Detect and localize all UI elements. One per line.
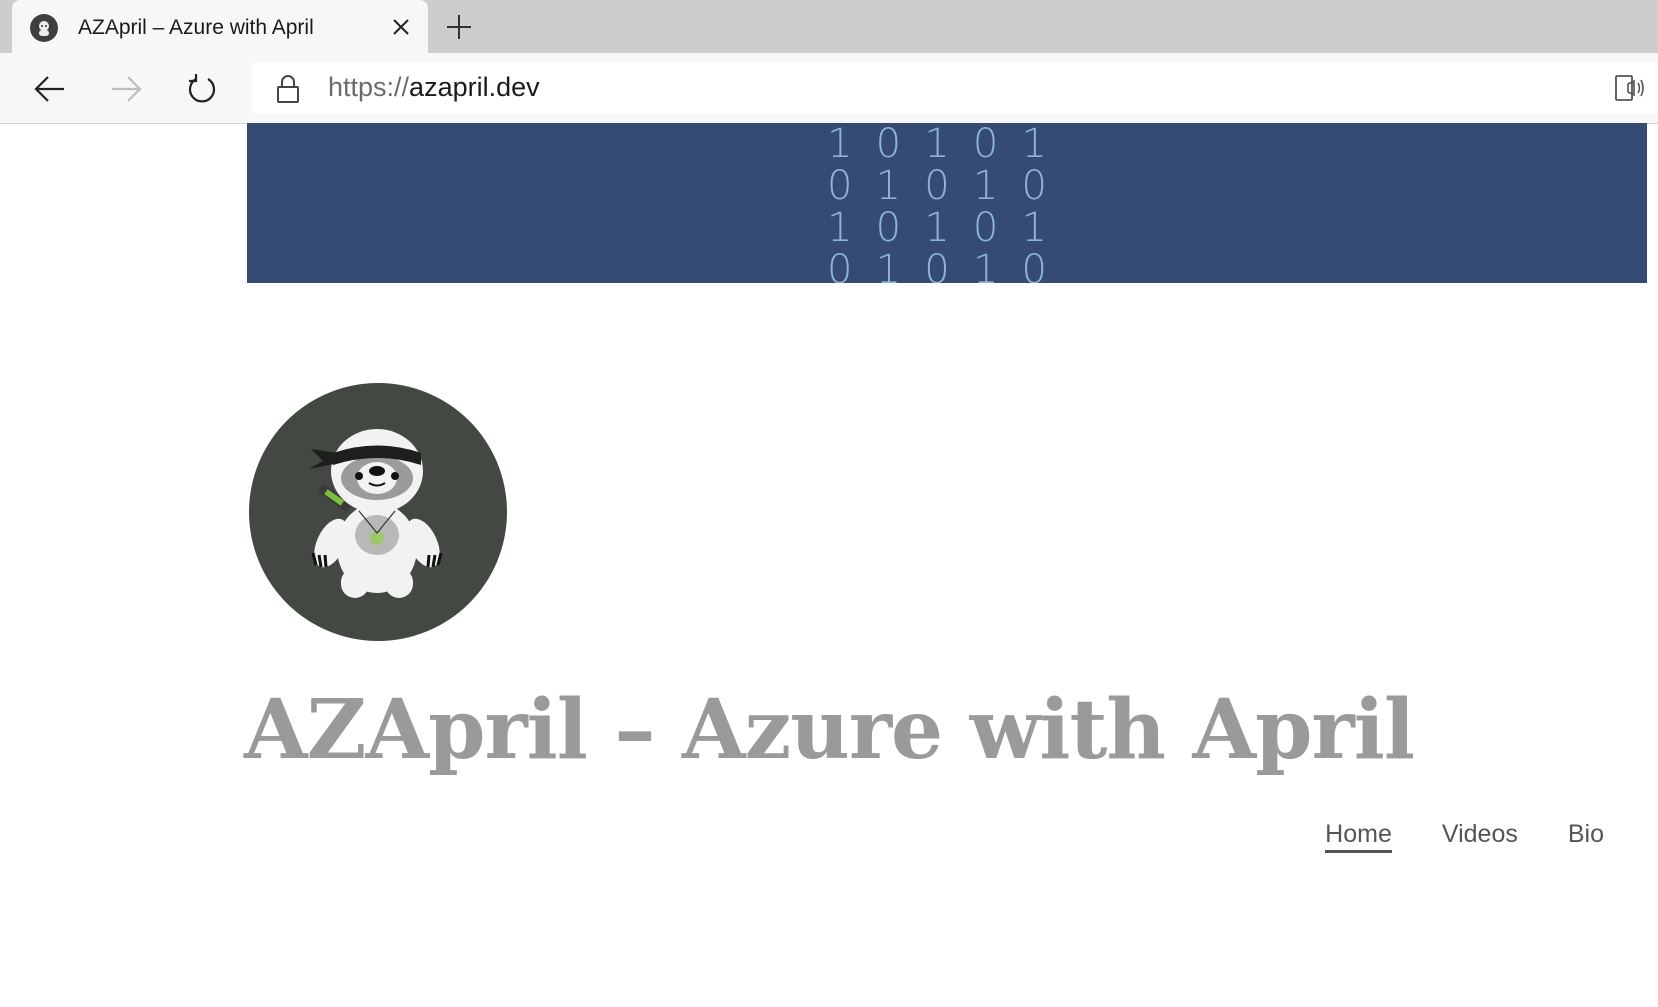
url-host: azapril.dev [409,72,540,102]
forward-icon[interactable] [106,69,146,109]
sloth-favicon-icon [30,13,58,42]
binary-digit: 1 [972,163,999,209]
binary-row: 01010 [827,249,1047,283]
nav-item-bio[interactable]: Bio [1568,820,1604,853]
header-banner: 10101010101010101010 [247,123,1647,283]
binary-digit: 0 [875,123,902,167]
binary-digit: 0 [875,205,902,251]
refresh-icon[interactable] [182,69,222,109]
binary-digit: 0 [1021,163,1047,209]
binary-digit: 1 [827,205,853,251]
binary-digit: 1 [924,123,950,167]
binary-digit: 0 [924,163,950,209]
tab-strip: AZApril – Azure with April [0,0,1658,55]
read-aloud-icon[interactable] [1614,72,1646,108]
binary-digit: 1 [827,123,853,167]
binary-digit: 0 [827,163,853,209]
binary-digit: 0 [972,205,999,251]
ninja-sloth-icon [249,383,507,641]
close-icon[interactable] [388,14,414,40]
binary-digit: 0 [924,247,950,283]
lock-icon[interactable] [276,74,300,108]
site-title[interactable]: AZApril – Azure with April [244,682,1415,778]
url-scheme: https:// [328,72,410,102]
back-icon[interactable] [30,69,70,109]
binary-row: 01010 [827,165,1047,207]
binary-digit: 1 [875,163,902,209]
nav-item-videos[interactable]: Videos [1442,820,1518,853]
address-bar[interactable]: https://azapril.dev [252,62,1658,114]
binary-digit: 1 [924,205,950,251]
binary-digit: 1 [972,247,999,283]
browser-tab[interactable]: AZApril – Azure with April [12,0,428,55]
tab-title: AZApril – Azure with April [78,15,314,39]
url-text[interactable]: https://azapril.dev [328,72,540,103]
ninja-sloth-logo[interactable] [249,383,507,641]
binary-digit: 0 [972,123,999,167]
binary-digit: 1 [1021,205,1047,251]
binary-row: 10101 [827,207,1047,249]
binary-digit: 1 [875,247,902,283]
browser-toolbar: https://azapril.dev [0,53,1658,124]
binary-row: 10101 [827,123,1047,165]
binary-digit: 0 [827,247,853,283]
binary-pattern: 10101010101010101010 [827,123,1087,283]
binary-digit: 1 [1021,123,1047,167]
nav-item-home[interactable]: Home [1325,820,1392,853]
binary-digit: 0 [1021,247,1047,283]
site-navigation: Home Videos Bio [1325,820,1604,853]
new-tab-icon[interactable] [444,12,474,42]
